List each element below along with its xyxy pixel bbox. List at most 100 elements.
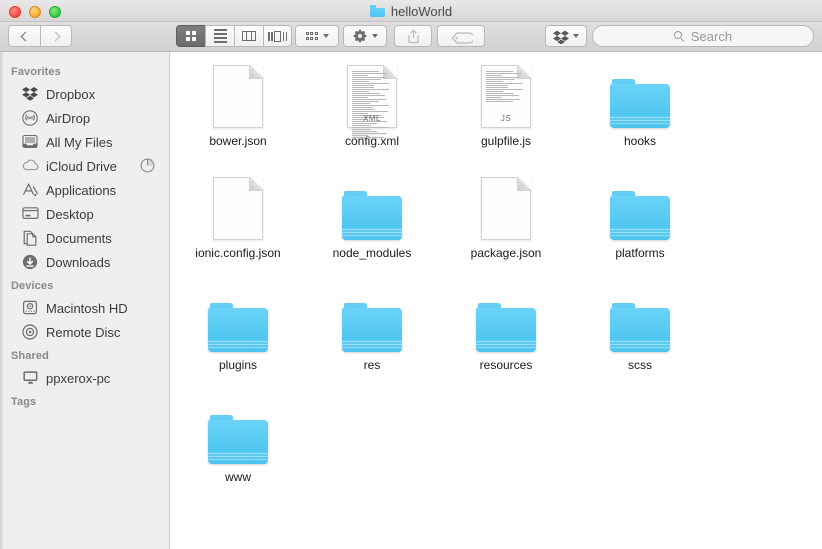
document-icon (481, 170, 531, 240)
document-icon: JS (481, 58, 531, 128)
all-my-files-icon (22, 134, 38, 150)
sidebar: Favorites Dropbox AirDrop All My Files i… (0, 52, 170, 549)
sidebar-item-airdrop[interactable]: AirDrop (0, 106, 169, 130)
airdrop-icon (22, 110, 38, 126)
folder-item[interactable]: hooks (573, 52, 707, 164)
sidebar-item-applications[interactable]: Applications (0, 178, 169, 202)
icloud-icon (22, 158, 39, 174)
folder-icon (342, 170, 402, 240)
list-view-button[interactable] (205, 25, 234, 47)
dropbox-menu-button[interactable] (545, 25, 587, 47)
minimize-button[interactable] (29, 6, 41, 18)
search-icon (673, 30, 685, 42)
view-mode-group (176, 25, 292, 47)
sidebar-scroll-edge[interactable] (0, 52, 4, 549)
page-title: helloWorld (390, 3, 453, 19)
sidebar-section-favorites: Favorites (11, 66, 61, 78)
sync-progress-icon (140, 158, 155, 173)
sidebar-item-label: Applications (46, 182, 117, 198)
sidebar-item-label: All My Files (46, 134, 113, 150)
file-label: www (225, 470, 251, 484)
document-icon (213, 58, 263, 128)
documents-icon (22, 230, 38, 246)
file-item[interactable]: bower.json (171, 52, 305, 164)
icon-view-button[interactable] (176, 25, 205, 47)
folder-item[interactable]: plugins (171, 276, 305, 388)
chevron-left-icon (20, 31, 31, 41)
chevron-down-icon (371, 34, 378, 38)
folder-icon (610, 282, 670, 352)
dropbox-icon (22, 86, 38, 102)
search-field[interactable]: Search (592, 25, 814, 47)
title-bar: helloWorld (0, 0, 822, 22)
file-label: node_modules (332, 246, 412, 260)
folder-item[interactable]: resources (439, 276, 573, 388)
sidebar-item-documents[interactable]: Documents (0, 226, 169, 250)
file-label: platforms (615, 246, 665, 260)
sidebar-section-tags: Tags (11, 396, 37, 408)
file-label: plugins (218, 358, 258, 372)
sidebar-item-label: iCloud Drive (46, 158, 117, 174)
back-button[interactable] (8, 25, 40, 47)
sidebar-item-label: Macintosh HD (46, 300, 128, 316)
downloads-icon (22, 254, 38, 270)
sidebar-item-macintosh-hd[interactable]: Macintosh HD (0, 296, 169, 320)
window-title-group: helloWorld (0, 0, 822, 22)
sidebar-item-downloads[interactable]: Downloads (0, 250, 169, 274)
folder-icon (610, 170, 670, 240)
sidebar-item-label: AirDrop (46, 110, 91, 126)
document-icon: XML (347, 58, 397, 138)
dropbox-icon (553, 30, 569, 44)
folder-icon (208, 282, 268, 352)
maximize-button[interactable] (49, 6, 61, 18)
sidebar-section-devices: Devices (11, 280, 54, 292)
sidebar-item-desktop[interactable]: Desktop (0, 202, 169, 226)
file-grid: bower.json XML config.xml JS gulpfile.js hook… (171, 52, 822, 500)
computer-icon (22, 370, 38, 386)
forward-button[interactable] (40, 25, 72, 47)
sidebar-item-icloud-drive[interactable]: iCloud Drive (0, 154, 169, 178)
sidebar-section-shared: Shared (11, 350, 49, 362)
action-menu-button[interactable] (343, 25, 387, 47)
tag-icon (451, 31, 475, 44)
share-button[interactable] (394, 25, 432, 47)
tag-button[interactable] (437, 25, 485, 47)
file-grid-area[interactable]: bower.json XML config.xml JS gulpfile.js hook… (171, 52, 822, 549)
sidebar-item-dropbox[interactable]: Dropbox (0, 82, 169, 106)
sidebar-item-all-my-files[interactable]: All My Files (0, 130, 169, 154)
arrange-button[interactable] (295, 25, 339, 47)
file-item[interactable]: XML config.xml (305, 52, 439, 164)
file-label: res (363, 358, 381, 372)
file-label: scss (628, 358, 652, 372)
file-label: resources (479, 358, 533, 372)
folder-item[interactable]: www (171, 388, 305, 500)
list-icon (213, 29, 227, 43)
search-placeholder: Search (690, 28, 733, 44)
sidebar-item-label: Desktop (46, 206, 94, 222)
gallery-view-button[interactable] (263, 25, 292, 47)
applications-icon (22, 182, 39, 198)
folder-item[interactable]: node_modules (305, 164, 439, 276)
folder-item[interactable]: platforms (573, 164, 707, 276)
file-label: bower.json (209, 134, 267, 148)
close-button[interactable] (9, 6, 21, 18)
finder-window: helloWorld Search Favorites Dropbox AirD… (0, 0, 822, 549)
folder-icon (610, 58, 670, 128)
sidebar-item-remote-disc[interactable]: Remote Disc (0, 320, 169, 344)
folder-icon (208, 394, 268, 464)
folder-item[interactable]: scss (573, 276, 707, 388)
chevron-down-icon (573, 34, 579, 38)
file-label: hooks (623, 134, 657, 148)
file-item[interactable]: JS gulpfile.js (439, 52, 573, 164)
gallery-icon (268, 30, 287, 42)
sidebar-item-label: ppxerox-pc (46, 370, 111, 386)
file-item[interactable]: package.json (439, 164, 573, 276)
optical-disc-icon (22, 324, 38, 340)
navigation-buttons (8, 25, 72, 47)
sidebar-item-ppxerox-pc[interactable]: ppxerox-pc (0, 366, 169, 390)
folder-item[interactable]: res (305, 276, 439, 388)
file-item[interactable]: ionic.config.json (171, 164, 305, 276)
hard-drive-icon (22, 300, 38, 316)
sidebar-item-label: Remote Disc (46, 324, 121, 340)
column-view-button[interactable] (234, 25, 263, 47)
